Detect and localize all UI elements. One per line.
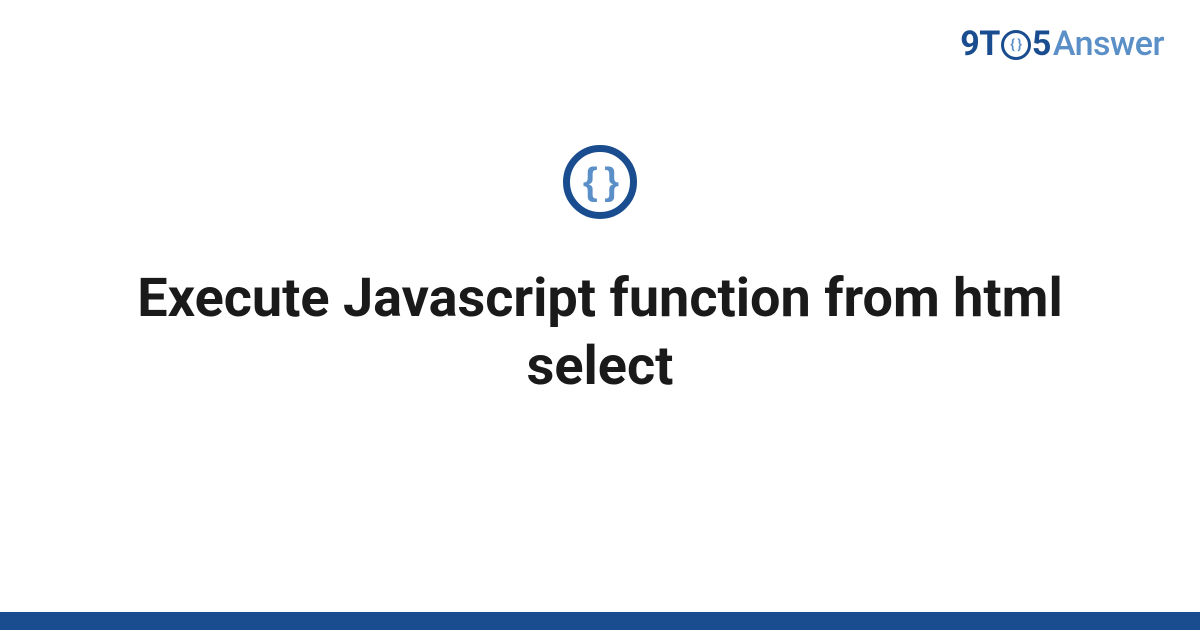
logo-five: 5 <box>1032 24 1051 64</box>
logo-t: T <box>979 24 1000 64</box>
page-title: Execute Javascript function from html se… <box>60 265 1140 400</box>
braces-glyph: { } <box>583 163 617 201</box>
braces-icon: { } <box>563 145 637 219</box>
logo-nine: 9 <box>960 24 979 64</box>
logo-o-icon: { } <box>1001 30 1031 60</box>
footer-bar <box>0 612 1200 630</box>
site-logo: 9 T { } 5 Answer <box>960 24 1164 64</box>
logo-answer: Answer <box>1053 24 1164 64</box>
logo-o-inner: { } <box>1010 38 1021 52</box>
